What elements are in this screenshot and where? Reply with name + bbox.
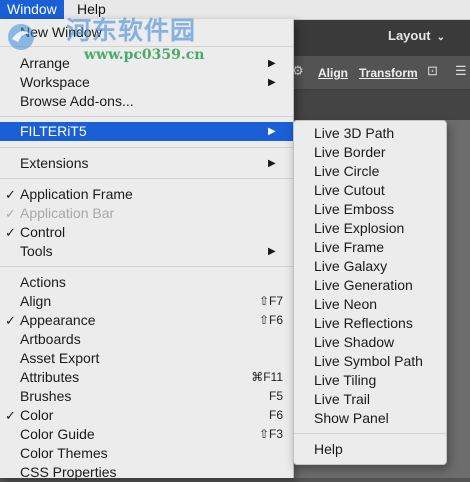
checkmark-icon: ✓ (5, 206, 16, 221)
submenu-item-live-neon[interactable]: Live Neon (294, 295, 446, 314)
submenu-item-live-emboss[interactable]: Live Emboss (294, 200, 446, 219)
chevron-right-icon: ▶ (268, 126, 276, 137)
submenu-item-live-tiling[interactable]: Live Tiling (294, 371, 446, 390)
shortcut-text: F5 (268, 389, 283, 403)
menu-item-color-guide[interactable]: Color Guide ⇧F3 (0, 425, 293, 444)
submenu-item-help[interactable]: Help (294, 440, 446, 459)
menu-item-asset-export[interactable]: Asset Export (0, 349, 293, 368)
menu-item-control[interactable]: ✓ Control (0, 223, 293, 242)
layout-label: Layout (388, 28, 431, 43)
menu-item-actions[interactable]: Actions (0, 273, 293, 292)
menu-item-workspace[interactable]: Workspace ▶ (0, 73, 293, 92)
submenu-item-show-panel[interactable]: Show Panel (294, 409, 446, 428)
chevron-right-icon: ▶ (268, 58, 276, 69)
submenu-item-live-cutout[interactable]: Live Cutout (294, 181, 446, 200)
chevron-right-icon: ▶ (268, 77, 276, 88)
watermark-title: 河东软件园 (66, 16, 197, 45)
menu-separator (0, 116, 293, 117)
menu-item-tools[interactable]: Tools ▶ (0, 242, 293, 261)
document-tabs (293, 90, 470, 120)
more-icon[interactable]: ☰ (455, 63, 467, 79)
transform-link[interactable]: Transform (359, 66, 418, 80)
menu-separator (0, 147, 293, 148)
submenu-item-live-reflections[interactable]: Live Reflections (294, 314, 446, 333)
menu-item-appearance[interactable]: ✓ Appearance ⇧F6 (0, 311, 293, 330)
watermark-url: www.pc0359.cn (84, 47, 205, 63)
checkmark-icon: ✓ (5, 408, 16, 423)
submenu-item-live-shadow[interactable]: Live Shadow (294, 333, 446, 352)
menu-item-application-frame[interactable]: ✓ Application Frame (0, 185, 293, 204)
filterit5-submenu: Live 3D Path Live Border Live Circle Liv… (293, 120, 447, 465)
menu-item-filterit5[interactable]: FILTERiT5 ▶ (0, 122, 293, 141)
menu-item-attributes[interactable]: Attributes ⌘F11 (0, 368, 293, 387)
menu-separator (0, 266, 293, 267)
menu-item-artboards[interactable]: Artboards (0, 330, 293, 349)
menu-separator (0, 178, 293, 179)
submenu-item-live-frame[interactable]: Live Frame (294, 238, 446, 257)
checkmark-icon: ✓ (5, 225, 16, 240)
menu-item-application-bar: ✓ Application Bar (5, 205, 115, 221)
menu-item-extensions[interactable]: Extensions ▶ (0, 154, 293, 173)
shortcut-text: ⇧F6 (258, 313, 283, 327)
shortcut-text: ⌘F11 (251, 370, 283, 384)
watermark-logo (8, 24, 34, 50)
window-menu: New Window Arrange ▶ Workspace ▶ Browse Ad… (0, 19, 294, 480)
menu-item-color[interactable]: ✓ Color F6 (0, 406, 293, 425)
submenu-item-live-galaxy[interactable]: Live Galaxy (294, 257, 446, 276)
menu-item-brushes[interactable]: Brushes F5 (0, 387, 293, 406)
align-link[interactable]: Align (318, 66, 348, 80)
chevron-right-icon: ▶ (268, 158, 276, 169)
menu-item-align[interactable]: Align ⇧F7 (0, 292, 293, 311)
chevron-right-icon: ▶ (268, 246, 276, 257)
checkmark-icon: ✓ (5, 187, 16, 202)
layout-dropdown[interactable]: Layout ⌄ (388, 28, 445, 43)
menu-item-css-properties[interactable]: CSS Properties (0, 463, 293, 482)
submenu-item-live-explosion[interactable]: Live Explosion (294, 219, 446, 238)
shortcut-text: ⇧F7 (258, 294, 283, 308)
menu-item-browse-addons[interactable]: Browse Add-ons... (0, 92, 293, 111)
submenu-item-live-generation[interactable]: Live Generation (294, 276, 446, 295)
chevron-down-icon: ⌄ (436, 32, 446, 43)
isolate-icon[interactable]: ⊡ (427, 63, 438, 79)
submenu-item-live-symbol-path[interactable]: Live Symbol Path (294, 352, 446, 371)
shortcut-text: F6 (268, 408, 283, 422)
menubar-window[interactable]: Window (0, 0, 64, 19)
menu-item-color-themes[interactable]: Color Themes (0, 444, 293, 463)
submenu-item-live-trail[interactable]: Live Trail (294, 390, 446, 409)
submenu-item-live-border[interactable]: Live Border (294, 143, 446, 162)
checkmark-icon: ✓ (5, 313, 16, 328)
menu-separator (294, 433, 446, 434)
shortcut-text: ⇧F3 (258, 427, 283, 441)
submenu-item-live-3d-path[interactable]: Live 3D Path (294, 124, 446, 143)
submenu-item-live-circle[interactable]: Live Circle (294, 162, 446, 181)
